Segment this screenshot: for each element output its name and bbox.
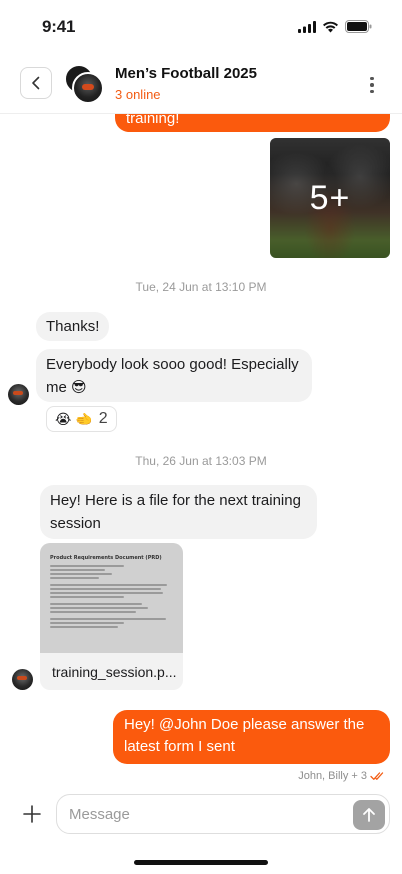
outgoing-message[interactable]: Hey! @John Doe please answer the latest … — [113, 710, 390, 764]
arrow-up-icon — [363, 808, 375, 822]
reaction-chip[interactable]: 😭 🫲 2 — [46, 406, 117, 432]
wifi-icon — [323, 21, 338, 32]
read-by-text: John, Billy + 3 — [298, 770, 367, 782]
chat-header: Men’s Football 2025 3 online — [0, 56, 402, 114]
message-text: Hey! Here is a file for the next trainin… — [50, 492, 301, 532]
battery-icon — [345, 20, 372, 33]
incoming-message[interactable]: Hey! Here is a file for the next trainin… — [40, 485, 317, 539]
sender-avatar[interactable] — [8, 384, 29, 405]
double-check-icon — [370, 772, 384, 780]
status-icons — [298, 20, 372, 33]
signal-icon — [298, 20, 316, 33]
message-text: Hey! @John Doe please answer the latest … — [124, 716, 365, 755]
reaction-emojis: 😭 🫲 — [55, 410, 93, 427]
photo-attachment[interactable]: 5+ — [270, 138, 390, 258]
back-button[interactable] — [20, 67, 52, 99]
avatar-front — [72, 72, 104, 104]
file-name: training_session.p... — [52, 664, 177, 680]
status-time: 9:41 — [42, 17, 76, 36]
file-preview: Product Requirements Document (PRD) — [40, 543, 183, 653]
message-text: Everybody look sooo good! Especially me … — [46, 356, 299, 396]
more-photos-overlay[interactable]: 5+ — [270, 138, 390, 258]
more-options-button[interactable] — [364, 72, 380, 98]
message-input[interactable] — [56, 794, 390, 834]
incoming-message[interactable]: Thanks! — [36, 312, 110, 341]
chevron-left-icon — [32, 76, 40, 90]
home-indicator — [134, 860, 268, 865]
message-composer — [0, 790, 402, 840]
message-text: Thanks! — [46, 318, 100, 335]
status-bar: 9:41 — [0, 0, 402, 56]
date-separator: Tue, 24 Jun at 13:10 PM — [135, 280, 267, 294]
sender-avatar[interactable] — [12, 669, 33, 690]
doc-title: Product Requirements Document (PRD) — [50, 555, 162, 561]
online-status: 3 online — [115, 87, 161, 102]
date-separator: Thu, 26 Jun at 13:03 PM — [135, 454, 267, 468]
group-avatar[interactable] — [64, 64, 106, 106]
incoming-message[interactable]: Everybody look sooo good! Especially me … — [36, 349, 312, 402]
reaction-count: 2 — [98, 410, 108, 427]
send-button[interactable] — [353, 800, 385, 830]
read-receipt: John, Billy + 3 — [298, 770, 386, 782]
document-thumbnail: Product Requirements Document (PRD) — [50, 555, 173, 653]
file-attachment[interactable]: Product Requirements Document (PRD) trai… — [40, 543, 183, 690]
chat-title[interactable]: Men’s Football 2025 — [115, 65, 257, 82]
plus-icon[interactable] — [22, 804, 42, 824]
more-vertical-icon — [370, 76, 374, 81]
